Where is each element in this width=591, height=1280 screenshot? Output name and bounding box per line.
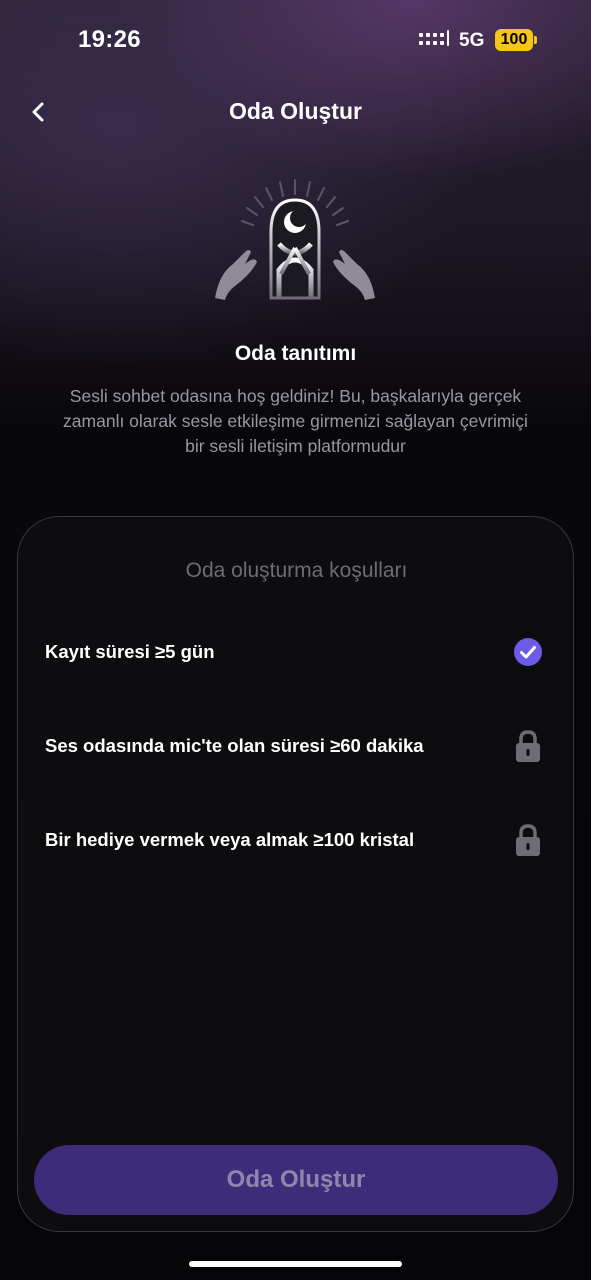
condition-label: Kayıt süresi ≥5 gün (45, 641, 215, 662)
conditions-card: Oda oluşturma koşulları Kayıt süresi ≥5 … (17, 516, 574, 1232)
intro-title: Oda tanıtımı (234, 342, 357, 365)
battery-tip (534, 36, 537, 44)
battery-level: 100 (495, 29, 533, 51)
nav-bar: Oda Oluştur (0, 90, 591, 134)
intro-description: Sesli sohbet odasına hoş geldiniz! Bu, b… (63, 386, 528, 456)
signal-bars-icon (419, 30, 449, 46)
check-circle-icon (514, 638, 542, 666)
lock-icon (516, 730, 540, 762)
condition-label: Bir hediye vermek veya almak ≥100 krista… (45, 829, 415, 850)
status-bar: 19:26 5G 100 (0, 0, 591, 80)
condition-label: Ses odasında mic'te olan süresi ≥60 daki… (45, 735, 424, 756)
battery-indicator: 100 (495, 29, 537, 51)
page-title: Oda Oluştur (229, 98, 362, 124)
home-indicator[interactable] (189, 1261, 402, 1267)
create-room-button[interactable]: Oda Oluştur (34, 1145, 558, 1215)
conditions-title: Oda oluşturma koşulları (185, 559, 408, 582)
condition-row-mic-time: Ses odasında mic'te olan süresi ≥60 daki… (18, 727, 575, 767)
lock-icon (516, 824, 540, 856)
status-time: 19:26 (78, 26, 141, 53)
network-type: 5G (459, 30, 485, 51)
mystic-arch-hands-illustration (215, 179, 375, 300)
condition-row-gift: Bir hediye vermek veya almak ≥100 krista… (18, 821, 575, 861)
condition-row-registration: Kayıt süresi ≥5 gün (18, 633, 575, 673)
